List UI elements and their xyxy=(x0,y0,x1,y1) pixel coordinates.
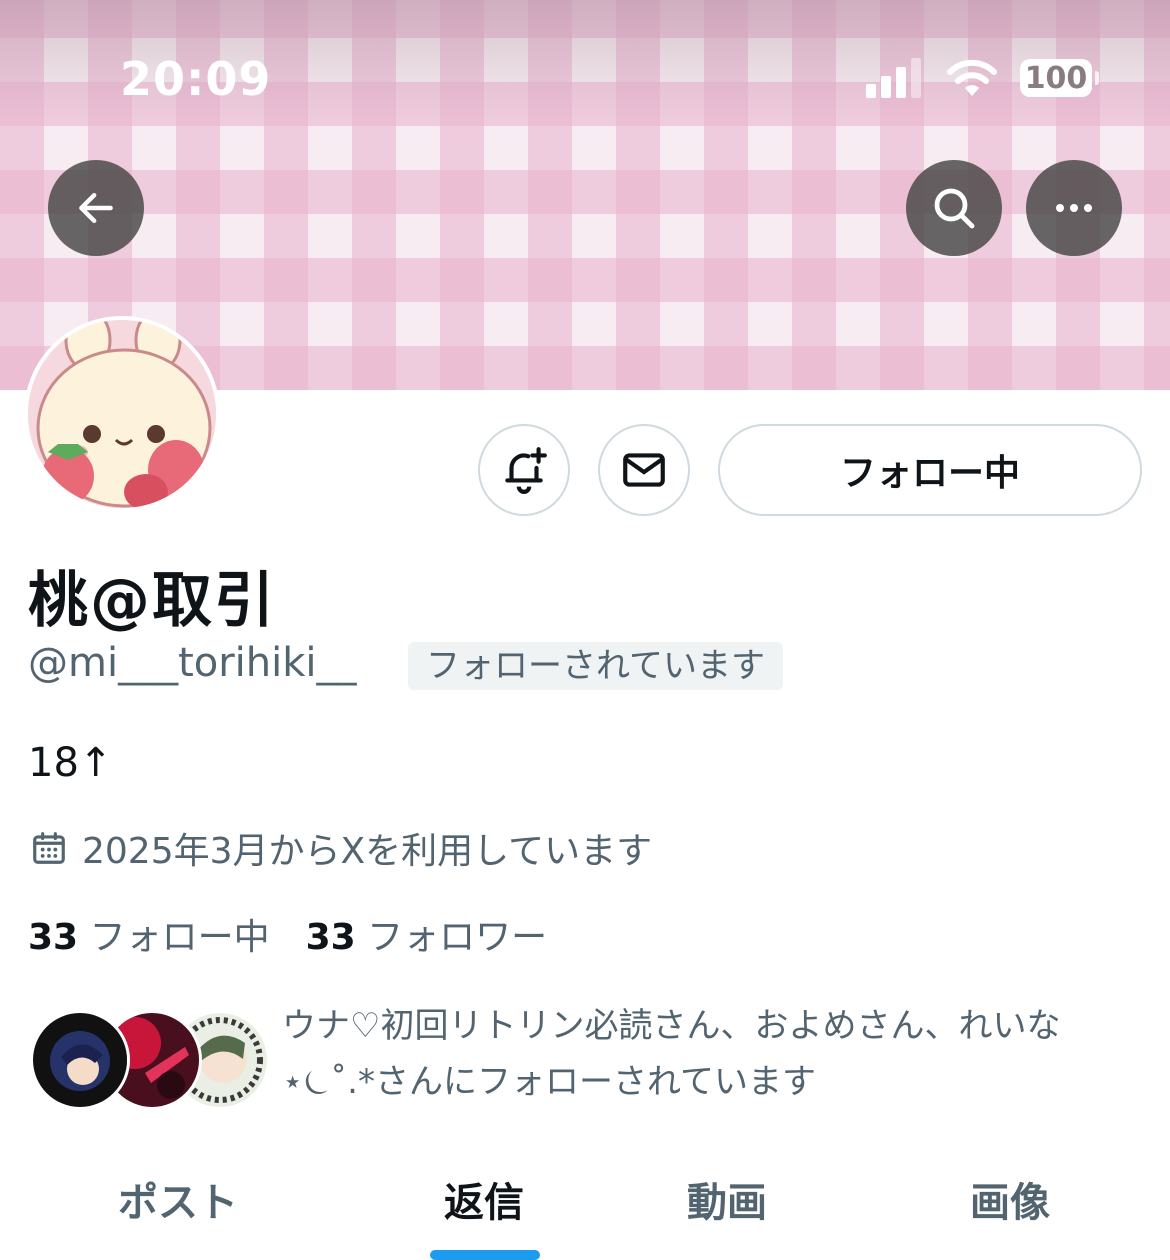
mutual-followers-avatars[interactable] xyxy=(30,1010,270,1110)
joined-date: 2025年3月からXを利用しています xyxy=(30,822,652,874)
back-button[interactable] xyxy=(48,160,144,256)
bell-plus-icon xyxy=(505,447,547,494)
following-count: 33 xyxy=(28,917,79,958)
followers-label: フォロワー xyxy=(367,917,548,958)
mutual-avatar xyxy=(30,1010,130,1110)
status-time: 20:09 xyxy=(120,52,272,106)
avatar-image xyxy=(28,320,216,508)
following-link[interactable]: 33 フォロー中 xyxy=(28,908,270,960)
followers-count: 33 xyxy=(305,917,356,958)
profile-avatar[interactable] xyxy=(24,316,220,512)
tab-posts[interactable]: ポスト xyxy=(118,1170,238,1228)
status-icons: 100 xyxy=(866,58,1099,98)
more-horizontal-icon xyxy=(1056,204,1092,212)
notification-button[interactable] xyxy=(478,424,570,516)
follow-counts: 33 フォロー中 33 フォロワー xyxy=(28,908,547,960)
followers-link[interactable]: 33 フォロワー xyxy=(306,908,548,960)
search-icon xyxy=(934,188,975,229)
mutuals-line-2: ⋆⏾˚.*さんにフォローされています xyxy=(282,1062,816,1102)
more-button[interactable] xyxy=(1026,160,1122,256)
calendar-icon xyxy=(33,832,65,864)
active-tab-indicator xyxy=(430,1250,540,1260)
display-name: 桃@取引 xyxy=(28,566,276,636)
following-label: フォロー中 xyxy=(89,917,270,958)
wifi-icon xyxy=(947,59,997,96)
message-button[interactable] xyxy=(598,424,690,516)
profile-tabs: ポスト 返信 動画 画像 xyxy=(0,1160,1170,1260)
tab-videos[interactable]: 動画 xyxy=(687,1170,767,1228)
follows-you-badge: フォローされています xyxy=(408,642,783,690)
handle: @mi___torihiki__ xyxy=(28,640,357,686)
mail-icon xyxy=(623,453,665,487)
mutual-followers-text[interactable]: ウナ♡初回リトリン必読さん、およめさん、れいな ⋆⏾˚.*さんにフォローされてい… xyxy=(282,998,1142,1110)
bio: 18↑ xyxy=(28,740,113,786)
joined-text: 2025年3月からXを利用しています xyxy=(82,831,653,872)
following-button[interactable]: フォロー中 xyxy=(718,424,1142,516)
tab-replies[interactable]: 返信 xyxy=(444,1170,524,1228)
search-button[interactable] xyxy=(906,160,1002,256)
signal-icon xyxy=(866,58,921,98)
battery-icon: 100 xyxy=(1020,59,1099,97)
mutuals-line-1: ウナ♡初回リトリン必読さん、およめさん、れいな xyxy=(282,1006,1061,1046)
arrow-left-icon xyxy=(79,192,113,224)
tab-images[interactable]: 画像 xyxy=(970,1170,1050,1228)
